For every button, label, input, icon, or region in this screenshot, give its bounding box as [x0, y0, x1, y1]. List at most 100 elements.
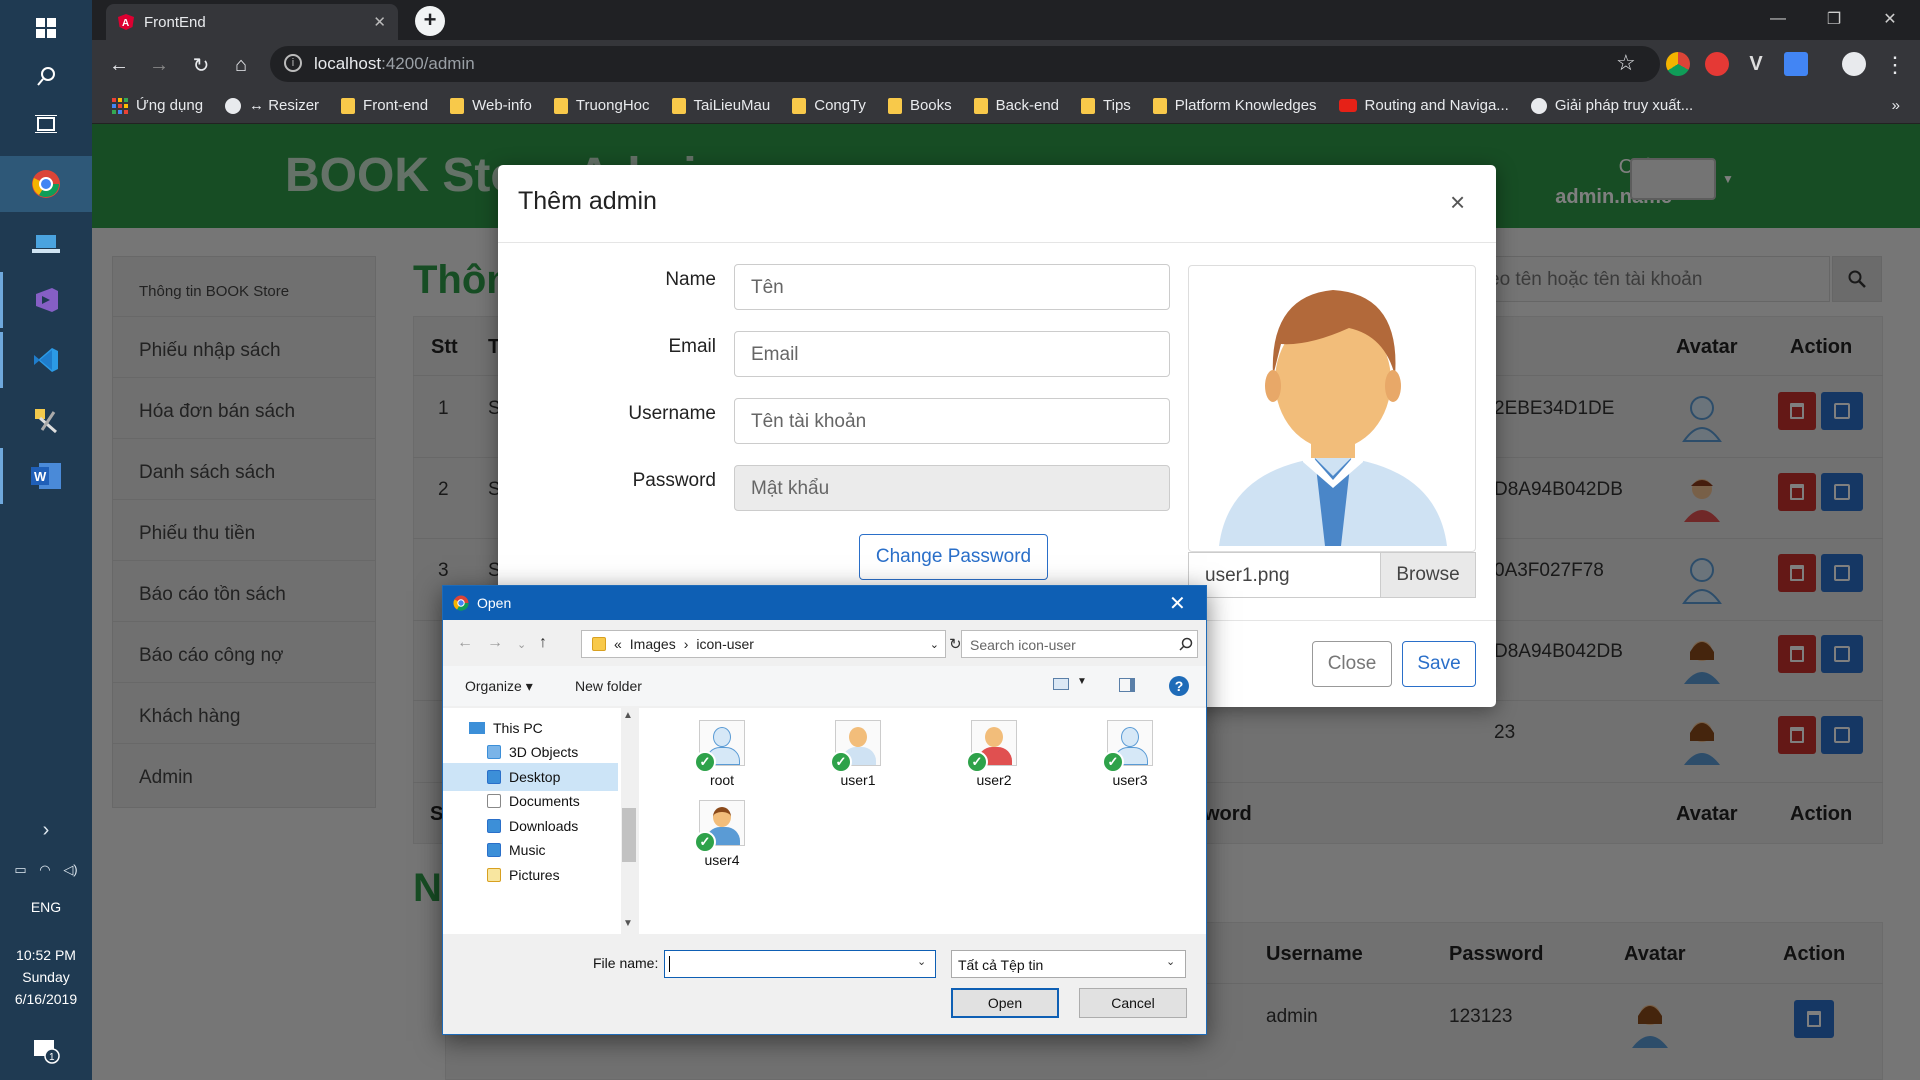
bookmarks-more[interactable]: » [1892, 97, 1900, 114]
tab-title: FrontEnd [144, 13, 206, 31]
browser-tab[interactable]: A FrontEnd ✕ [106, 4, 398, 40]
tree-item-pictures[interactable]: Pictures [443, 861, 618, 889]
bookmark-books[interactable]: Books [887, 97, 952, 114]
tree-item-3d-objects[interactable]: 3D Objects [443, 738, 618, 766]
system-tray[interactable]: ▭ ◠ ◁) [0, 852, 92, 888]
open-button[interactable]: Open [951, 988, 1059, 1018]
bookmark-apps[interactable]: Ứng dụng [112, 97, 203, 114]
back-arrow-icon[interactable]: ← [457, 634, 473, 652]
refresh-icon[interactable]: ↻ [949, 635, 962, 653]
dialog-close-icon[interactable]: ✕ [1169, 591, 1186, 616]
chevron-down-icon[interactable]: ⌄ [930, 638, 939, 651]
scroll-thumb[interactable] [622, 808, 636, 862]
close-button[interactable]: Close [1312, 641, 1392, 687]
file-item-user4[interactable]: ✓ user4 [677, 800, 767, 868]
home-icon[interactable]: ⌂ [226, 50, 256, 80]
translate-icon[interactable] [1784, 52, 1808, 76]
extension-hand-icon[interactable] [1705, 52, 1729, 76]
tools-icon[interactable] [0, 392, 92, 448]
file-item-user2[interactable]: ✓ user2 [949, 720, 1039, 788]
clock-time[interactable]: 10:52 PM [0, 944, 92, 966]
new-tab-button[interactable]: + [415, 6, 445, 36]
star-icon[interactable]: ☆ [1616, 50, 1636, 76]
cancel-button[interactable]: Cancel [1079, 988, 1187, 1018]
laptop-icon[interactable] [0, 216, 92, 272]
close-window-button[interactable]: ✕ [1862, 0, 1918, 38]
tree-scrollbar[interactable]: ▲ ▼ [621, 708, 637, 934]
file-name-field[interactable]: user1.png [1188, 552, 1380, 598]
extension-color-icon[interactable] [1666, 52, 1690, 76]
bookmark-tailieumau[interactable]: TaiLieuMau [671, 97, 770, 114]
bookmark-front-end[interactable]: Front-end [341, 97, 428, 114]
up-arrow-icon[interactable]: ↑ [539, 634, 547, 652]
chevron-down-icon[interactable]: ⌄ [1166, 955, 1175, 968]
forward-arrow-icon[interactable]: → [144, 50, 174, 80]
recent-dropdown-icon[interactable]: ⌄ [517, 638, 526, 651]
tree-item-documents[interactable]: Documents [443, 787, 618, 815]
address-bar[interactable]: i localhost:4200/admin ☆ [270, 46, 1660, 82]
tab-close-icon[interactable]: ✕ [373, 13, 386, 31]
new-folder-button[interactable]: New folder [575, 678, 642, 694]
word-icon[interactable]: W [0, 448, 92, 504]
clock-day: Sunday [22, 969, 70, 985]
notification-icon[interactable]: 1 [0, 1026, 92, 1076]
task-view-icon[interactable] [0, 96, 92, 152]
folder-icon [671, 97, 686, 114]
save-button[interactable]: Save [1402, 641, 1476, 687]
chrome-taskbar-icon[interactable] [0, 156, 92, 212]
password-input[interactable]: Mật khẩu [734, 465, 1170, 511]
bookmark-congty[interactable]: CongTy [792, 97, 866, 114]
bookmark-resizer[interactable]: ↔ Resizer [225, 97, 319, 114]
vscode-icon[interactable] [0, 332, 92, 388]
organize-menu[interactable]: Organize ▾ [465, 678, 533, 695]
change-password-button[interactable]: Change Password [859, 534, 1048, 580]
file-item-user3[interactable]: ✓ user3 [1085, 720, 1175, 788]
scroll-up-icon[interactable]: ▲ [623, 710, 633, 721]
email-input[interactable]: Email [734, 331, 1170, 377]
bookmark-truonghoc[interactable]: TruongHoc [553, 97, 650, 114]
bookmark-platform-knowledges[interactable]: Platform Knowledges [1152, 97, 1317, 114]
chevron-down-icon[interactable]: ⌄ [917, 955, 926, 968]
path-images[interactable]: Images [630, 636, 676, 652]
chevron-down-icon[interactable]: ▼ [1077, 676, 1087, 687]
file-type-select[interactable]: Tất cả Tệp tin ⌄ [951, 950, 1186, 978]
open-file-dialog: Open ✕ ← → ⌄ ↑ « Images › icon-user ⌄ ↻ … [442, 585, 1207, 1035]
navigation-pane: This PC 3D Objects Desktop Documents Dow… [443, 708, 635, 934]
chevron-right-icon[interactable]: › [0, 812, 92, 848]
view-options-icon[interactable] [1053, 678, 1069, 690]
bookmark-routing[interactable]: Routing and Naviga... [1338, 97, 1509, 114]
wifi-icon[interactable]: ◠ [39, 862, 50, 878]
file-name-input[interactable]: ⌄ [664, 950, 936, 978]
battery-icon[interactable]: ▭ [14, 862, 26, 878]
path-breadcrumb[interactable]: « Images › icon-user ⌄ [581, 630, 946, 658]
file-item-root[interactable]: ✓ root [677, 720, 767, 788]
browse-button[interactable]: Browse [1380, 552, 1476, 598]
restore-button[interactable]: ❐ [1806, 0, 1862, 38]
forward-arrow-icon[interactable]: → [487, 634, 503, 652]
info-icon[interactable]: i [284, 54, 302, 72]
bookmark-back-end[interactable]: Back-end [973, 97, 1059, 114]
scroll-down-icon[interactable]: ▼ [623, 918, 633, 929]
dialog-search-input[interactable]: Search icon-user [961, 630, 1198, 658]
language-indicator[interactable]: ENG [0, 896, 92, 918]
preview-pane-icon[interactable] [1119, 678, 1135, 692]
modal-close-icon[interactable]: × [1450, 187, 1465, 218]
name-input[interactable]: Tên [734, 264, 1170, 310]
profile-avatar-icon[interactable] [1842, 52, 1866, 76]
bookmark-web-info[interactable]: Web-info [450, 97, 532, 114]
path-icon-user[interactable]: icon-user [696, 636, 754, 652]
username-input[interactable]: Tên tài khoản [734, 398, 1170, 444]
visual-studio-icon[interactable] [0, 272, 92, 328]
menu-dots-icon[interactable]: ⋮ [1880, 50, 1910, 80]
back-arrow-icon[interactable]: ← [104, 50, 134, 80]
file-item-user1[interactable]: ✓ user1 [813, 720, 903, 788]
extension-v-icon[interactable]: V [1744, 52, 1768, 76]
tree-item-music[interactable]: Music [443, 836, 618, 864]
volume-icon[interactable]: ◁) [63, 862, 77, 878]
document-icon [487, 794, 501, 808]
minimize-button[interactable]: — [1750, 0, 1806, 38]
bookmark-tips[interactable]: Tips [1081, 97, 1131, 114]
reload-icon[interactable]: ↻ [186, 50, 216, 80]
bookmark-giai-phap[interactable]: Giải pháp truy xuất... [1530, 97, 1693, 114]
help-icon[interactable]: ? [1169, 676, 1189, 696]
